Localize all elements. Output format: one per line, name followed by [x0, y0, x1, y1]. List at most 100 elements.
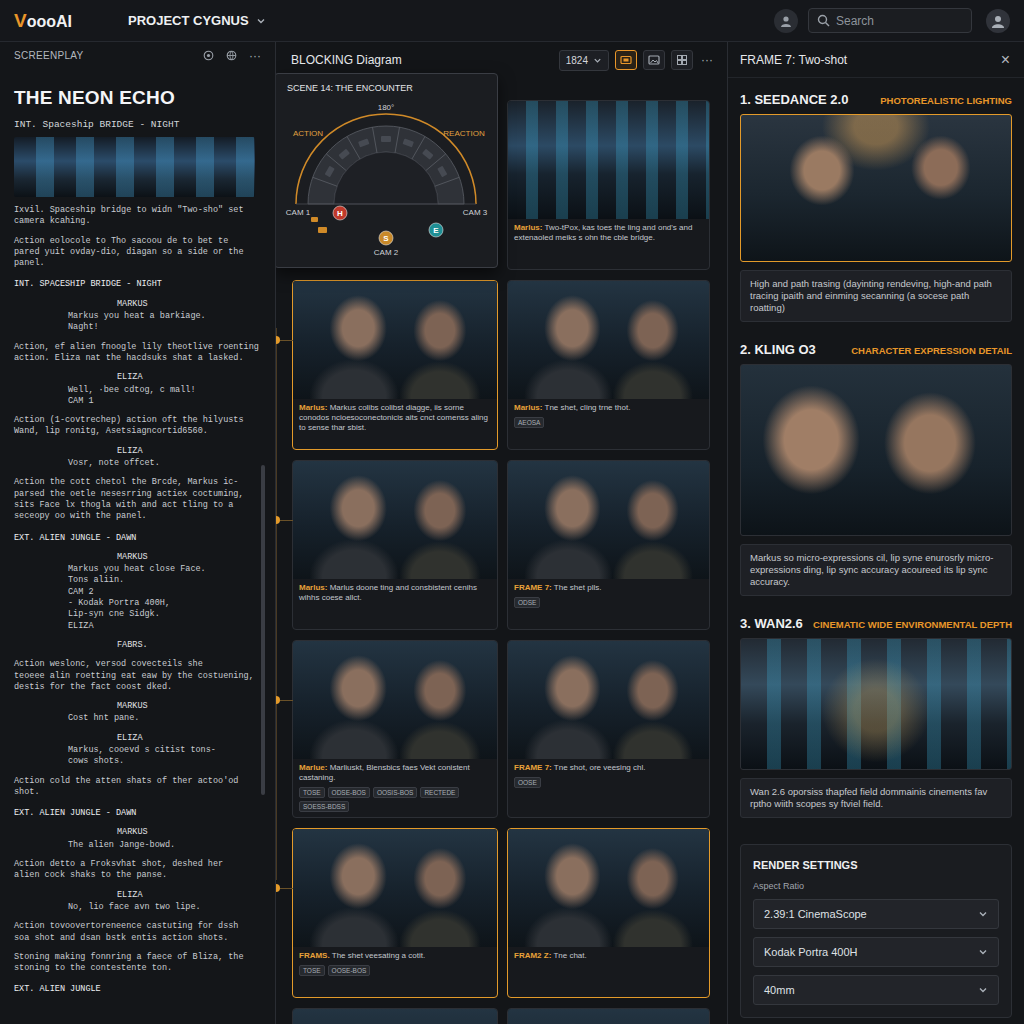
model-preview[interactable]: [740, 638, 1012, 770]
timeline-dot[interactable]: [276, 696, 280, 704]
svg-text:180°: 180°: [378, 103, 395, 112]
script-action: Action the cott chetol the Brcde, Markus…: [14, 477, 261, 522]
storyboard-frame[interactable]: Marlus: Two-tPox, kas toes the ling and …: [507, 100, 710, 270]
logo-mark: V: [14, 10, 27, 32]
script-action: Action, ef alien fnoogle lily theotlive …: [14, 342, 261, 365]
frame-caption: FRAME 7: The shet plls. ODSE: [508, 579, 709, 629]
script-action: Ixvil. Spaceship bridge to widn "Two-sho…: [14, 205, 261, 228]
gear-icon: [203, 50, 214, 61]
zoom-dropdown[interactable]: 1824: [559, 50, 609, 71]
script-heading: EXT. ALIEN JUNGLE: [14, 984, 261, 995]
script-action: Action tovoovertoreneence castuting for …: [14, 921, 261, 944]
storyboard-frame[interactable]: Marlus: Tne shet, cling trne thot. AEOSA: [507, 280, 710, 450]
storyboard-frame[interactable]: FRAM2 Z: Tne chat.: [507, 828, 710, 998]
frame-tag: TOSE: [299, 965, 325, 976]
script-action: Action detto a Froksvhat shot, deshed he…: [14, 859, 261, 882]
chevron-down-icon: [978, 947, 988, 957]
storyboard-frame[interactable]: Marlus: Markus colibs colibst diagge, ii…: [292, 280, 498, 450]
camera-arc-diagram: 180°ACTIONREACTIONCAM 1CAM 3CAM 2HES: [276, 99, 499, 267]
timeline-link: [279, 340, 293, 341]
model-option[interactable]: 2. KLING O3 CHARACTER EXPRESSION DETAIL …: [740, 342, 1012, 596]
script-action: Action cold the atten shats of ther acto…: [14, 776, 261, 799]
chevron-down-icon: [593, 56, 602, 65]
search-icon: [817, 14, 830, 27]
svg-text:E: E: [433, 226, 439, 235]
chevron-down-icon: [256, 16, 266, 26]
svg-text:CAM 1: CAM 1: [286, 208, 311, 217]
frame-caption: FRAMS. The shet veesating a cotit. TOSEO…: [293, 947, 497, 997]
model-option[interactable]: 3. WAN2.6 CINEMATIC WIDE ENVIRONMENTAL D…: [740, 616, 1012, 818]
more-button[interactable]: ···: [247, 49, 263, 63]
view-button[interactable]: [643, 50, 665, 70]
model-name: 1. SEEDANCE 2.0: [740, 92, 848, 107]
frame-tag: OOSE-BOS: [328, 965, 371, 976]
script-character: MARKUS: [14, 552, 261, 563]
view-button[interactable]: [615, 50, 637, 70]
timeline-link: [279, 520, 293, 521]
globe-button[interactable]: [224, 49, 238, 63]
svg-text:H: H: [337, 209, 343, 218]
model-description: High and path trasing (dayinting rendevi…: [740, 270, 1012, 322]
frame-image: [508, 1009, 709, 1024]
project-switcher[interactable]: PROJECT CYGNUS: [128, 13, 266, 28]
storyboard-frame[interactable]: [292, 1008, 498, 1024]
frame-caption: Marlus: Two-tPox, kas toes the ling and …: [508, 219, 709, 269]
model-name: 2. KLING O3: [740, 342, 816, 357]
script-character: MARKUS: [14, 701, 261, 712]
svg-text:REACTION: REACTION: [443, 129, 485, 138]
user-button[interactable]: [774, 9, 798, 33]
frame-tag: SOESS-BDSS: [299, 801, 349, 812]
timeline-dot[interactable]: [276, 516, 280, 524]
frame-caption: Marlue: Marliuskt, Blensbics faes Vekt c…: [293, 759, 497, 817]
settings-dropdown[interactable]: Kodak Portra 400H: [753, 937, 999, 967]
timeline: [276, 328, 277, 880]
script-dialogue: Cost hnt pane.: [14, 713, 261, 724]
script-character: MARKUS: [14, 299, 261, 310]
storyboard-frame[interactable]: Marlue: Marliuskt, Blensbics faes Vekt c…: [292, 640, 498, 818]
avatar-button[interactable]: [986, 9, 1010, 33]
script-character: ELIZA: [14, 733, 261, 744]
more-button[interactable]: ···: [699, 53, 715, 67]
timeline-dot[interactable]: [276, 336, 280, 344]
script-dialogue: Markus, cooevd s citist tons-cows shots.: [14, 745, 261, 768]
globe-icon: [226, 50, 237, 61]
screenplay-panel: SCREENPLAY ··· THE NEON ECHO INT. Spaces…: [0, 42, 276, 1024]
storyboard-frame[interactable]: FRAMS. The shet veesating a cotit. TOSEO…: [292, 828, 498, 998]
storyboard-frame[interactable]: FRAME 7: The shet plls. ODSE: [507, 460, 710, 630]
settings-dropdown[interactable]: 2.39:1 CinemaScope: [753, 899, 999, 929]
frame-tag: TOSE: [299, 787, 325, 798]
app-window: VoooAI PROJECT CYGNUS SCREENPLAY ··· THE…: [0, 0, 1024, 1024]
inspector-header: FRAME 7: Two-shot ×: [728, 42, 1024, 78]
frame-image: [293, 461, 497, 579]
search-field[interactable]: [808, 8, 972, 33]
script-character: ELIZA: [14, 372, 261, 383]
script-action: Action eolocole to Tho sacoou de to bet …: [14, 236, 261, 270]
script-action: Action (1-covtrechep) action oft the hil…: [14, 415, 261, 438]
timeline-link: [279, 888, 293, 889]
inspector-panel: FRAME 7: Two-shot × 1. SEEDANCE 2.0 PHOT…: [728, 42, 1024, 1024]
scrollbar[interactable]: [261, 465, 265, 795]
storyboard-frame[interactable]: FRAME 7: Tne shot, ore veesing chl. OOSE: [507, 640, 710, 818]
frame-tag: ODSE: [514, 597, 540, 608]
settings-button[interactable]: [201, 49, 215, 63]
user-icon: [779, 14, 793, 28]
view-button[interactable]: [671, 50, 693, 70]
search-input[interactable]: [836, 14, 963, 28]
model-option[interactable]: 1. SEEDANCE 2.0 PHOTOREALISTIC LIGHTING …: [740, 92, 1012, 322]
close-button[interactable]: ×: [1001, 51, 1010, 69]
script-character: ELIZA: [14, 446, 261, 457]
storyboard-frame[interactable]: Marlus: Marlus doone ting and consbisten…: [292, 460, 498, 630]
settings-dropdown[interactable]: 40mm: [753, 975, 999, 1005]
frame-tag: RECTEDE: [420, 787, 459, 798]
model-preview[interactable]: [740, 364, 1012, 536]
frame-tag: AEOSA: [514, 417, 544, 428]
screenplay-text[interactable]: THE NEON ECHO INT. Spaceship BRIDGE - NI…: [0, 69, 275, 996]
model-tag: CINEMATIC WIDE ENVIRONMENTAL DEPTH: [813, 619, 1012, 630]
frame-caption: Marlus: Markus colibs colibst diagge, ii…: [293, 399, 497, 449]
storyboard-frame[interactable]: [507, 1008, 710, 1024]
blocking-diagram[interactable]: SCENE 14: THE ENCOUNTER 180°ACTIONREACTI…: [276, 73, 498, 268]
frame-caption: FRAM2 Z: Tne chat.: [508, 947, 709, 997]
timeline-dot[interactable]: [276, 884, 280, 892]
model-preview[interactable]: [740, 114, 1012, 262]
logo[interactable]: VoooAI: [14, 10, 72, 32]
